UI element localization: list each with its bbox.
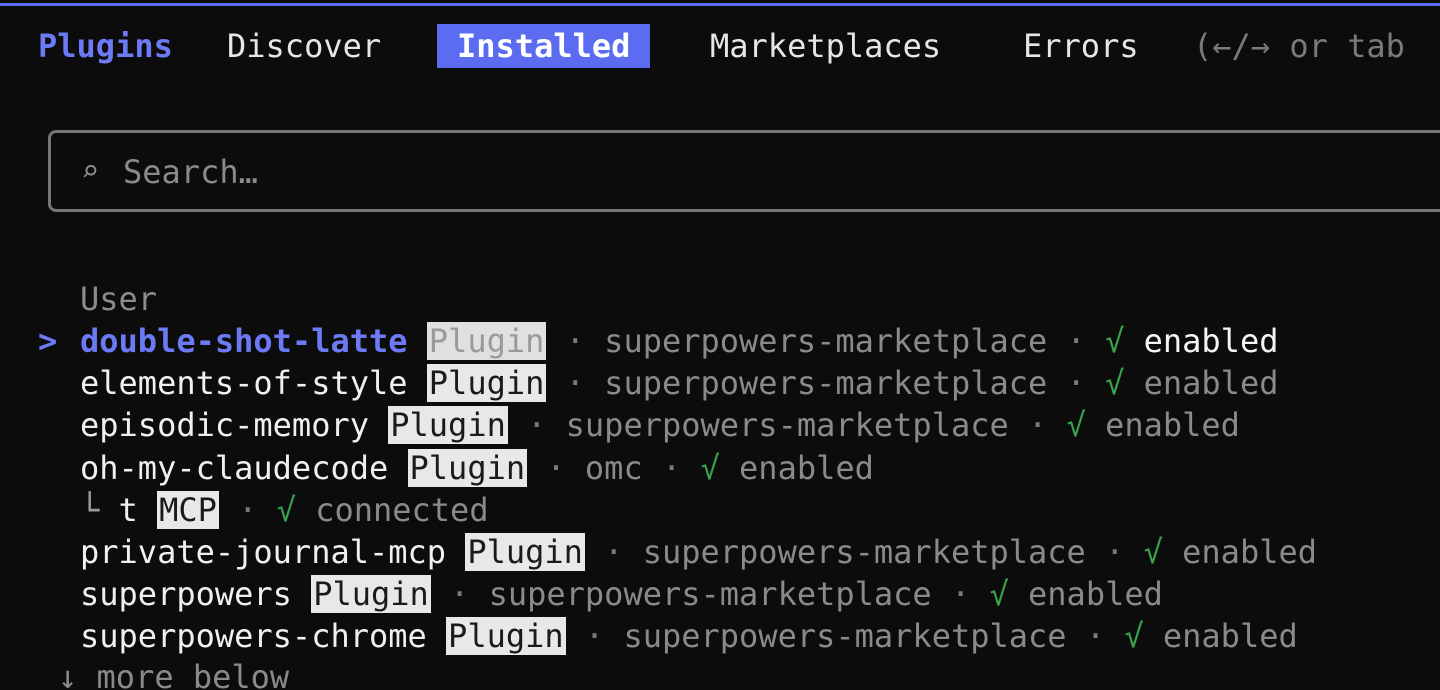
type-badge: Plugin (407, 448, 528, 487)
plugin-name: oh-my-claudecode (80, 448, 389, 487)
separator: · (1028, 406, 1048, 445)
tab-marketplaces[interactable]: Marketplaces (710, 24, 941, 68)
separator: · (238, 490, 258, 529)
type-badge: Plugin (311, 575, 431, 614)
separator: · (527, 406, 547, 445)
status-text: enabled (739, 448, 874, 487)
separator: · (565, 364, 585, 403)
marketplace-name: superpowers-marketplace (642, 532, 1086, 571)
separator: · (1105, 532, 1125, 571)
separator: · (661, 448, 682, 487)
tab-discover[interactable]: Discover (227, 24, 381, 68)
status-text: enabled (1143, 364, 1279, 403)
type-badge: Plugin (426, 364, 547, 403)
list-item[interactable]: > double-shot-latte Plugin · superpowers… (0, 320, 1440, 362)
check-icon: √ (989, 575, 1009, 614)
separator: · (1066, 322, 1086, 360)
tab-errors[interactable]: Errors (1023, 24, 1139, 68)
tab-bar: Plugins Discover Installed Marketplaces … (0, 24, 1440, 70)
check-icon: √ (1143, 532, 1163, 571)
tab-installed[interactable]: Installed (437, 24, 651, 68)
type-badge: Plugin (388, 406, 508, 445)
marketplace-name: superpowers-marketplace (604, 364, 1048, 403)
list-item-child[interactable]: └ t MCP · √ connected (0, 489, 1440, 531)
plugin-name: superpowers (80, 575, 292, 614)
marketplace-name: superpowers-marketplace (488, 575, 932, 614)
plugin-name: episodic-memory (80, 406, 369, 445)
status-text: enabled (1182, 532, 1317, 571)
top-accent-line (0, 3, 1440, 6)
status-text: enabled (1162, 617, 1298, 656)
check-icon: √ (276, 490, 296, 529)
list-item[interactable]: elements-of-style Plugin · superpowers-m… (0, 362, 1440, 404)
check-icon: √ (1105, 364, 1125, 403)
check-icon: √ (1105, 322, 1125, 360)
search-icon: ⌕ (81, 154, 100, 189)
separator: · (584, 617, 605, 656)
tree-branch-icon: └ (80, 490, 100, 529)
section-label-user: User (80, 280, 158, 318)
marketplace-name: superpowers-marketplace (604, 322, 1048, 360)
mcp-name: t (118, 490, 138, 529)
type-badge: MCP (157, 490, 219, 529)
list-item[interactable]: superpowers Plugin · superpowers-marketp… (0, 573, 1440, 615)
check-icon: √ (1124, 617, 1144, 656)
list-item[interactable]: superpowers-chrome Plugin · superpowers-… (0, 615, 1440, 657)
type-badge: Plugin (465, 532, 585, 571)
plugin-name: elements-of-style (80, 364, 408, 403)
status-text: enabled (1143, 322, 1279, 360)
separator: · (565, 322, 585, 360)
separator: · (546, 448, 566, 487)
status-text: enabled (1105, 406, 1240, 445)
marketplace-name: superpowers-marketplace (565, 406, 1009, 445)
plugin-name: double-shot-latte (80, 322, 408, 360)
more-below-indicator: ↓ more below (58, 658, 290, 690)
list-item[interactable]: private-journal-mcp Plugin · superpowers… (0, 531, 1440, 573)
status-text: connected (315, 490, 489, 529)
navigation-hint: (←/→ or tab (1193, 27, 1405, 65)
separator: · (450, 575, 470, 614)
type-badge: Plugin (446, 617, 566, 656)
status-text: enabled (1028, 575, 1163, 614)
separator: · (950, 575, 971, 614)
selection-cursor: > (38, 322, 58, 360)
plugin-name: superpowers-chrome (80, 617, 427, 656)
page-title: Plugins (38, 27, 173, 65)
plugin-name: private-journal-mcp (80, 532, 447, 571)
separator: · (604, 532, 624, 571)
separator: · (1066, 364, 1086, 403)
search-input[interactable]: Search… (123, 133, 258, 211)
list-item[interactable]: episodic-memory Plugin · superpowers-mar… (0, 404, 1440, 446)
type-badge: Plugin (426, 322, 547, 360)
check-icon: √ (1066, 406, 1086, 445)
marketplace-name: superpowers-marketplace (623, 617, 1067, 656)
plugin-list: > double-shot-latte Plugin · superpowers… (0, 320, 1440, 658)
search-box[interactable]: ⌕ Search… (48, 130, 1440, 212)
marketplace-name: omc (584, 448, 643, 487)
separator: · (1085, 617, 1106, 656)
check-icon: √ (700, 448, 720, 487)
list-item[interactable]: oh-my-claudecode Plugin · omc · √ enable… (0, 447, 1440, 489)
